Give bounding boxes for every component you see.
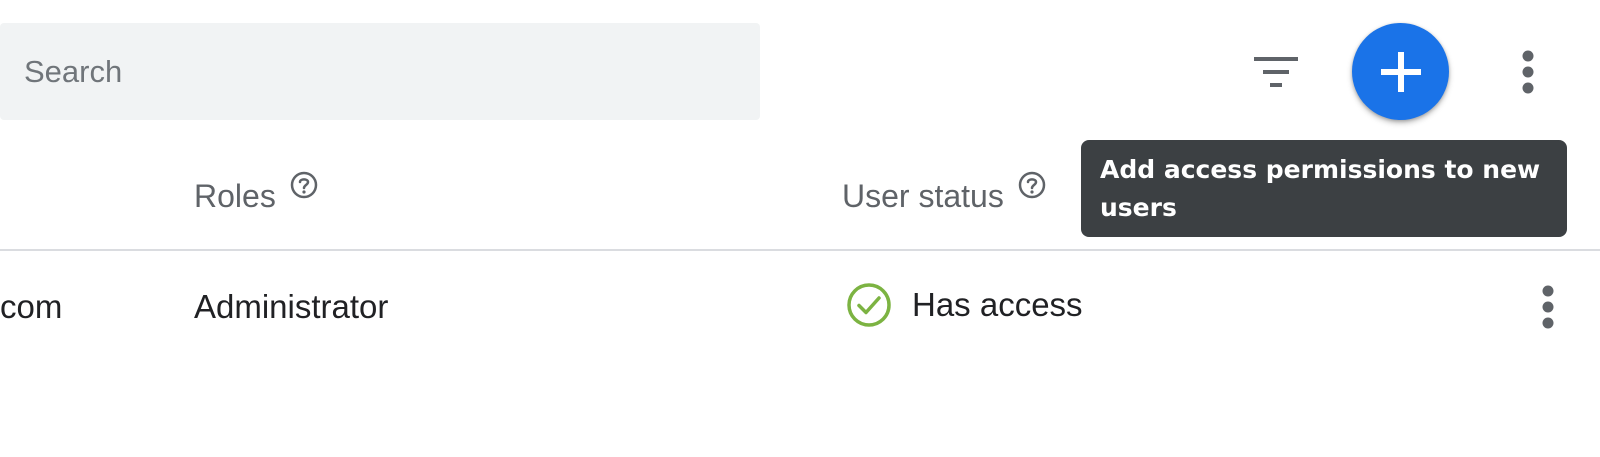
help-circle-icon[interactable] [290, 170, 318, 207]
check-circle-icon [847, 283, 891, 327]
table-row[interactable]: com Administrator Has access [0, 251, 1600, 371]
tooltip: Add access permissions to new users [1081, 140, 1567, 237]
status-cell: Has access [846, 282, 1083, 328]
users-page: Add access permissions to new users Role… [0, 0, 1600, 457]
column-header-user-status: User status [842, 171, 1046, 215]
email-cell: com [0, 288, 63, 325]
column-header-label: Roles [194, 178, 276, 214]
status-text: Has access [912, 286, 1083, 323]
help-circle-icon[interactable] [1018, 170, 1046, 207]
more-vert-icon [1542, 285, 1554, 329]
role-cell: Administrator [194, 288, 389, 325]
filter-list-icon [1254, 57, 1298, 87]
filter-button[interactable] [1248, 46, 1304, 98]
more-vert-icon [1522, 50, 1534, 94]
more-options-button[interactable] [1508, 46, 1548, 98]
search-bar[interactable] [0, 23, 760, 120]
add-icon [1380, 51, 1421, 92]
row-more-options-button[interactable] [1528, 281, 1568, 333]
column-header-roles: Roles [194, 171, 318, 215]
add-user-button[interactable] [1352, 23, 1449, 120]
search-input[interactable] [22, 52, 726, 91]
column-header-label: User status [842, 178, 1004, 214]
tooltip-text: Add access permissions to new users [1100, 155, 1541, 222]
